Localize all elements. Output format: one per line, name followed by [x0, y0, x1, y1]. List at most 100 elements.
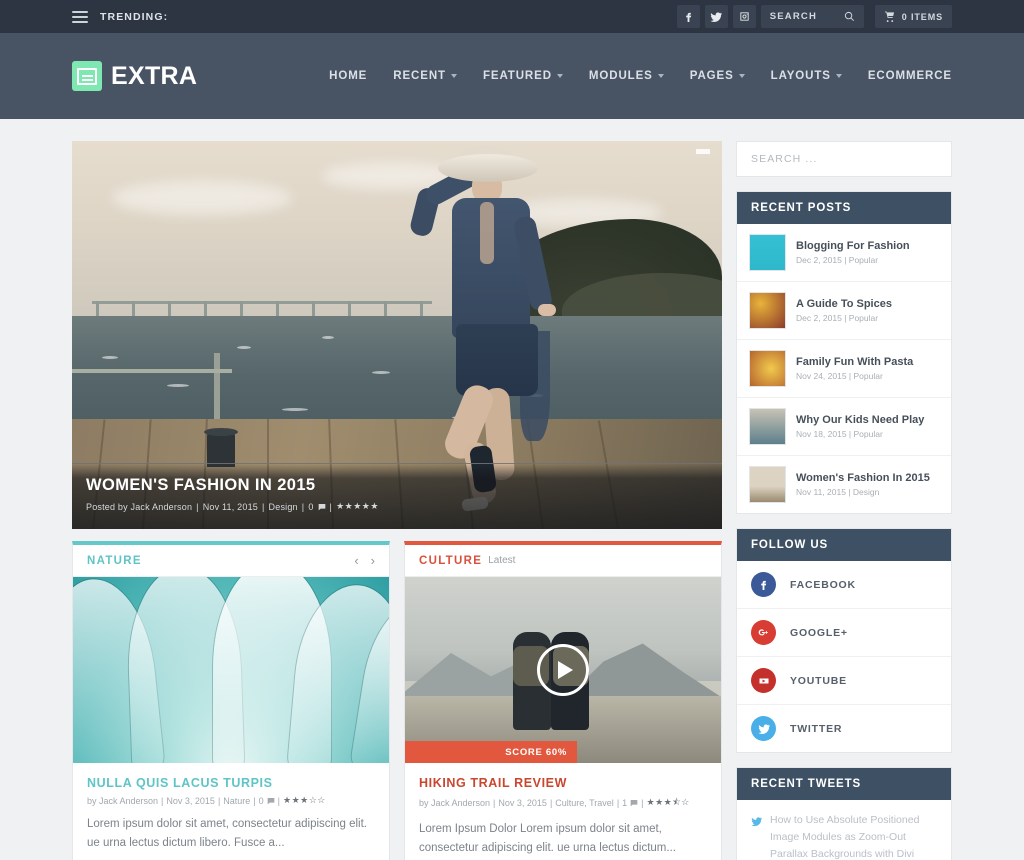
tweet-item: How to Use Absolute Positioned Image Mod…: [737, 800, 951, 860]
nav-item-ecommerce[interactable]: ECOMMERCE: [868, 70, 952, 82]
meta-separator: |: [262, 501, 265, 512]
dock-bollard: [204, 428, 238, 467]
sidebar-search-input[interactable]: [751, 153, 937, 165]
social-label: YOUTUBE: [790, 674, 847, 687]
module-nature-image[interactable]: [73, 577, 389, 763]
meta-separator: |: [196, 501, 199, 512]
meta-separator: |: [329, 501, 333, 512]
list-item[interactable]: A Guide To Spices Dec 2, 2015 | Popular: [737, 282, 951, 340]
main-navigation: EXTRA HOME RECENT FEATURED MODULES PAGES…: [0, 33, 1024, 119]
nav-item-recent[interactable]: RECENT: [393, 70, 457, 82]
instagram-icon[interactable]: [732, 5, 756, 28]
post-title: Women's Fashion In 2015: [796, 472, 930, 484]
module-kicker-culture[interactable]: CULTURE: [419, 555, 482, 567]
nav-label: MODULES: [588, 70, 653, 82]
module-kicker-nature[interactable]: NATURE: [87, 555, 142, 567]
post-meta: Nov 18, 2015 | Popular: [796, 429, 883, 439]
social-link-google-plus[interactable]: GOOGLE+: [737, 609, 951, 657]
cart-label: 0 ITEMS: [901, 11, 943, 22]
nav-menu: HOME RECENT FEATURED MODULES PAGES LAYOU…: [329, 70, 952, 82]
nav-item-modules[interactable]: MODULES: [589, 70, 664, 82]
sidebar-search-widget[interactable]: [736, 141, 952, 177]
nav-label: RECENT: [393, 70, 446, 82]
meta-comment-count: 0: [258, 795, 264, 806]
search-icon[interactable]: [844, 11, 855, 22]
follow-us-widget: FOLLOW US FACEBOOK GOOGLE+ YOUTUBE TWITT…: [736, 528, 952, 753]
post-title: A Guide To Spices: [796, 298, 892, 310]
meta-date: Nov 3, 2015: [498, 798, 547, 808]
agave-plant-photo: [73, 577, 389, 763]
module-nature-post-title[interactable]: NULLA QUIS LACUS TURPIS: [87, 776, 375, 790]
post-title: Why Our Kids Need Play: [796, 414, 925, 426]
list-item[interactable]: Blogging For Fashion Dec 2, 2015 | Popula…: [737, 224, 951, 282]
social-link-facebook[interactable]: FACEBOOK: [737, 561, 951, 609]
nav-item-home[interactable]: HOME: [329, 70, 367, 82]
recent-posts-header: RECENT POSTS: [737, 192, 951, 224]
top-search-input[interactable]: [769, 11, 822, 22]
twitter-icon[interactable]: [704, 5, 728, 28]
module-header-culture: CULTURE Latest: [405, 545, 721, 577]
module-culture-meta: by Jack Anderson | Nov 3, 2015 | Culture, …: [419, 795, 707, 811]
cloud-shape: [112, 181, 292, 215]
site-logo[interactable]: EXTRA: [72, 61, 329, 91]
sidebar: RECENT POSTS Blogging For Fashion Dec 2, …: [736, 141, 952, 860]
rating-stars: ★★★☆☆: [283, 795, 326, 805]
social-label: TWITTER: [790, 722, 843, 735]
module-nature-body: NULLA QUIS LACUS TURPIS by Jack Anderson…: [73, 763, 389, 860]
recent-tweets-header: RECENT TWEETS: [737, 768, 951, 800]
module-nature-meta: by Jack Anderson | Nov 3, 2015 | Nature | 0…: [87, 795, 326, 806]
extra-logo-icon: [72, 61, 102, 91]
social-link-twitter[interactable]: TWITTER: [737, 705, 951, 752]
meta-category[interactable]: Culture, Travel: [555, 798, 614, 808]
chevron-down-icon: [556, 74, 563, 78]
recent-tweets-widget: RECENT TWEETS How to Use Absolute Positi…: [736, 767, 952, 860]
social-link-youtube[interactable]: YOUTUBE: [737, 657, 951, 705]
play-icon[interactable]: [537, 644, 589, 696]
follow-us-header: FOLLOW US: [737, 529, 951, 561]
post-title: Blogging For Fashion: [796, 240, 910, 252]
tweet-text: How to Use Absolute Positioned Image Mod…: [770, 814, 920, 860]
hero-rating-stars: ★★★★★: [336, 501, 379, 511]
post-meta: Dec 2, 2015 | Popular: [796, 255, 879, 265]
nav-item-layouts[interactable]: LAYOUTS: [771, 70, 842, 82]
module-culture-post-title[interactable]: HIKING TRAIL REVIEW: [419, 776, 707, 790]
category-modules: NATURE ‹ › NULLA QUIS LACUS TURPIS by Ja…: [72, 541, 722, 860]
chevron-down-icon: [450, 74, 457, 78]
hamburger-icon[interactable]: [72, 10, 88, 23]
hero-post-meta: Posted by Jack Anderson | Nov 11, 2015 |…: [86, 501, 708, 512]
module-culture-image[interactable]: SCORE 60%: [405, 577, 721, 763]
hero-meta-comment-count: 0: [308, 501, 314, 512]
hero-post-title[interactable]: WOMEN'S FASHION IN 2015: [86, 476, 708, 495]
score-label: SCORE 60%: [505, 746, 567, 758]
nav-item-featured[interactable]: FEATURED: [483, 70, 563, 82]
hero-meta-category[interactable]: Design: [269, 502, 298, 512]
comment-icon: [630, 800, 638, 807]
fashion-illustration-thumb: [749, 234, 786, 271]
list-item[interactable]: Family Fun With Pasta Nov 24, 2015 | Popu…: [737, 340, 951, 398]
google-plus-icon: [751, 620, 776, 645]
meta-author: by Jack Anderson: [419, 798, 491, 808]
comment-icon: [267, 797, 274, 804]
widget-title: RECENT POSTS: [751, 202, 852, 214]
top-search-box[interactable]: [760, 5, 864, 28]
top-bar-right: 0 ITEMS: [676, 5, 952, 28]
nav-item-pages[interactable]: PAGES: [690, 70, 745, 82]
list-item[interactable]: Why Our Kids Need Play Nov 18, 2015 | Pop…: [737, 398, 951, 456]
chevron-down-icon: [738, 74, 745, 78]
hero-corner-badge: [696, 149, 710, 154]
chevron-left-icon[interactable]: ‹: [354, 554, 358, 567]
featured-hero-post[interactable]: WOMEN'S FASHION IN 2015 Posted by Jack A…: [72, 141, 722, 529]
hero-caption: WOMEN'S FASHION IN 2015 Posted by Jack A…: [72, 463, 722, 529]
post-meta: Nov 11, 2015 | Design: [796, 487, 880, 497]
trending-label: TRENDING:: [100, 10, 169, 23]
facebook-icon: [751, 572, 776, 597]
list-item[interactable]: Women's Fashion In 2015 Nov 11, 2015 | De…: [737, 456, 951, 513]
chevron-right-icon[interactable]: ›: [371, 554, 375, 567]
facebook-icon[interactable]: [676, 5, 700, 28]
twitter-icon: [751, 814, 763, 860]
cart-button[interactable]: 0 ITEMS: [874, 5, 952, 28]
module-culture: CULTURE Latest SCORE 60% HIKING TRAIL RE…: [404, 541, 722, 860]
recent-posts-widget: RECENT POSTS Blogging For Fashion Dec 2, …: [736, 191, 952, 514]
meta-category[interactable]: Nature: [223, 796, 250, 806]
module-culture-body: HIKING TRAIL REVIEW by Jack Anderson | No…: [405, 763, 721, 860]
